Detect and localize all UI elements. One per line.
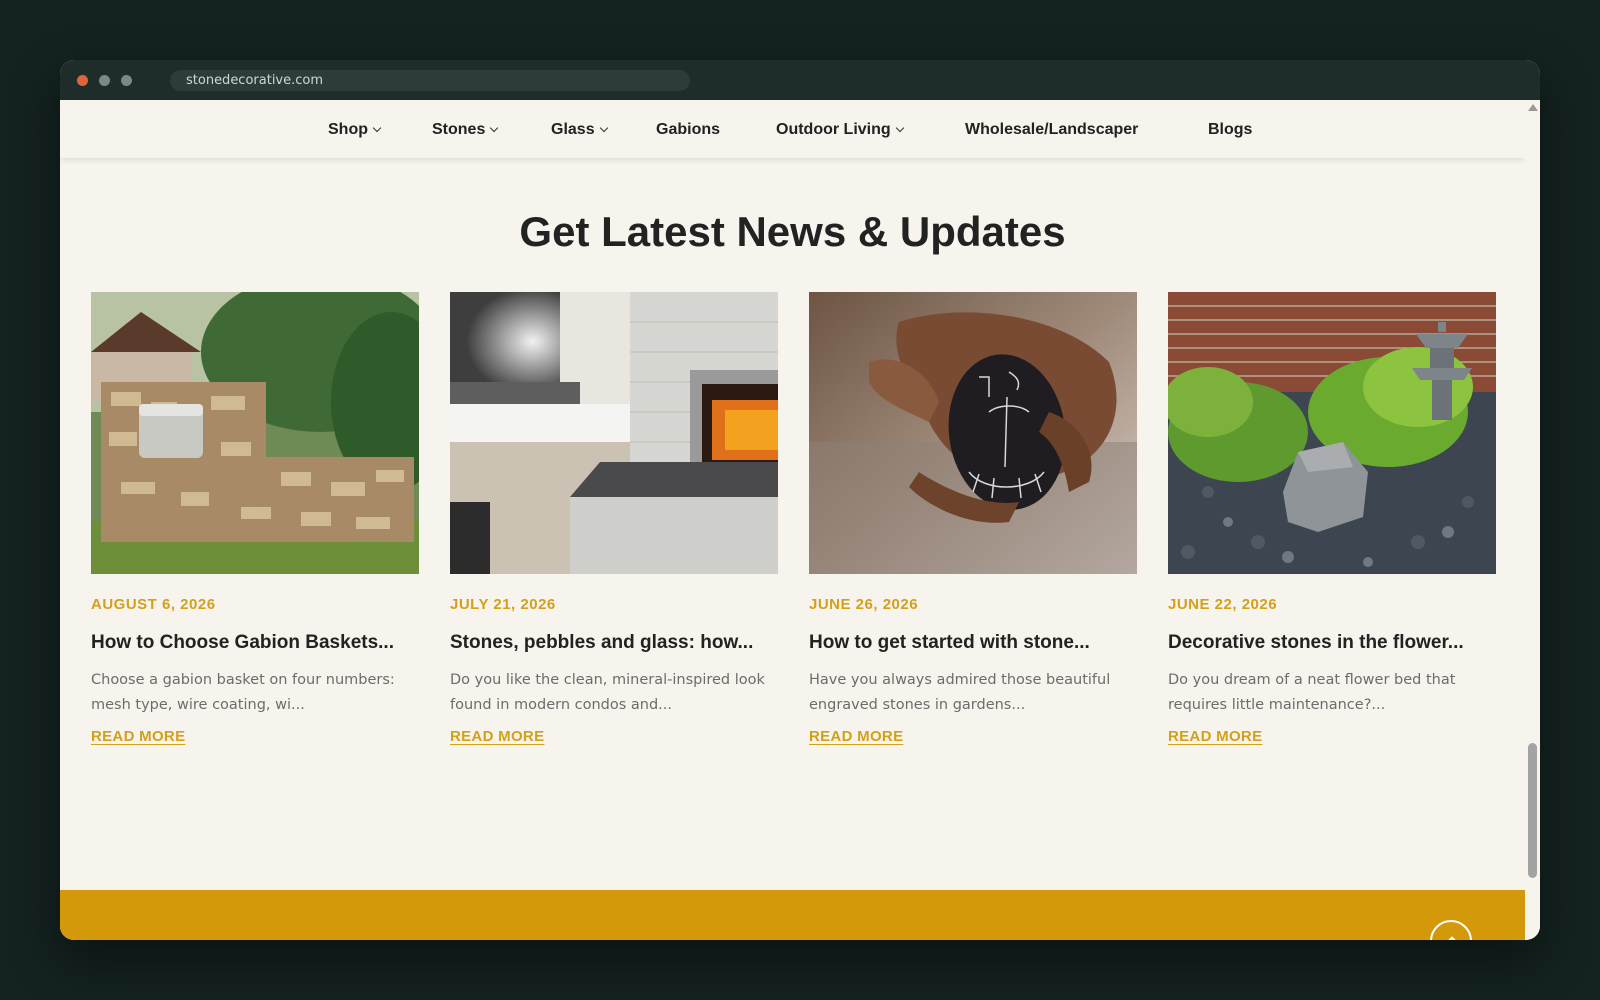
- read-more-link[interactable]: READ MORE: [450, 728, 544, 745]
- chevron-up-icon: [1446, 936, 1458, 940]
- post-title[interactable]: How to Choose Gabion Baskets...: [91, 632, 419, 656]
- close-window-button[interactable]: [77, 75, 88, 86]
- nav-item-label: Wholesale/Landscaper: [965, 121, 1139, 138]
- blog-card: JULY 21, 2026 Stones, pebbles and glass:…: [450, 292, 778, 745]
- nav-item-label: Outdoor Living: [776, 121, 891, 138]
- page-viewport: Shop Stones Glass Gabions Outdoor Living…: [60, 100, 1525, 940]
- chevron-down-icon: [895, 123, 904, 133]
- footer-band: [60, 890, 1525, 940]
- post-date: JULY 21, 2026: [450, 596, 556, 613]
- post-excerpt: Have you always admired those beautiful …: [809, 672, 1111, 713]
- nav-item-label: Gabions: [656, 121, 721, 138]
- read-more-link[interactable]: READ MORE: [1168, 728, 1262, 745]
- post-date: AUGUST 6, 2026: [91, 596, 216, 613]
- nav-item-gabions[interactable]: Gabions: [656, 120, 720, 140]
- chevron-down-icon: [372, 123, 382, 133]
- address-bar[interactable]: stonedecorative.com: [170, 70, 690, 91]
- post-title[interactable]: Stones, pebbles and glass: how...: [450, 632, 778, 656]
- nav-item-label: Stones: [432, 121, 486, 138]
- post-title[interactable]: How to get started with stone...: [809, 632, 1137, 656]
- nav-item-label: Blogs: [1208, 121, 1253, 138]
- nav-item-outdoor-living[interactable]: Outdoor Living: [776, 120, 904, 140]
- blog-card: JUNE 22, 2026 Decorative stones in the f…: [1168, 292, 1496, 745]
- vertical-scrollbar[interactable]: [1525, 100, 1540, 940]
- post-date: JUNE 22, 2026: [1168, 596, 1278, 613]
- chevron-down-icon: [599, 123, 608, 133]
- news-section-title: Get Latest News & Updates: [519, 208, 1066, 255]
- minimize-window-button[interactable]: [99, 75, 110, 86]
- blog-card: AUGUST 6, 2026 How to Choose Gabion Bask…: [91, 292, 419, 745]
- nav-item-glass[interactable]: Glass: [551, 120, 608, 140]
- post-excerpt: Choose a gabion basket on four numbers: …: [91, 672, 395, 713]
- nav-item-label: Glass: [551, 121, 595, 138]
- nav-item-stones[interactable]: Stones: [432, 120, 499, 140]
- browser-window: stonedecorative.com Shop Stones Glass Ga…: [60, 60, 1540, 940]
- blog-card-image[interactable]: [809, 292, 1137, 574]
- post-excerpt: Do you dream of a neat flower bed that r…: [1168, 672, 1456, 713]
- blog-card-image[interactable]: [1168, 292, 1496, 574]
- post-title[interactable]: Decorative stones in the flower...: [1168, 632, 1496, 656]
- back-to-top-button[interactable]: [1430, 920, 1472, 940]
- read-more-link[interactable]: READ MORE: [809, 728, 903, 745]
- blog-card: JUNE 26, 2026 How to get started with st…: [809, 292, 1137, 745]
- nav-item-shop[interactable]: Shop: [328, 120, 382, 140]
- blog-card-image[interactable]: [450, 292, 778, 574]
- scroll-up-arrow-icon[interactable]: [1528, 104, 1538, 111]
- blog-card-image[interactable]: [91, 292, 419, 574]
- chevron-down-icon: [490, 123, 499, 133]
- nav-item-wholesale[interactable]: Wholesale/Landscaper: [965, 120, 1138, 140]
- nav-item-blogs[interactable]: Blogs: [1208, 120, 1252, 140]
- scrollbar-thumb[interactable]: [1528, 743, 1537, 878]
- browser-titlebar: stonedecorative.com: [60, 60, 1540, 100]
- main-navigation: Shop Stones Glass Gabions Outdoor Living…: [60, 100, 1525, 158]
- post-excerpt: Do you like the clean, mineral-inspired …: [450, 672, 765, 713]
- post-date: JUNE 26, 2026: [809, 596, 919, 613]
- maximize-window-button[interactable]: [121, 75, 132, 86]
- read-more-link[interactable]: READ MORE: [91, 728, 185, 745]
- nav-item-label: Shop: [328, 121, 368, 138]
